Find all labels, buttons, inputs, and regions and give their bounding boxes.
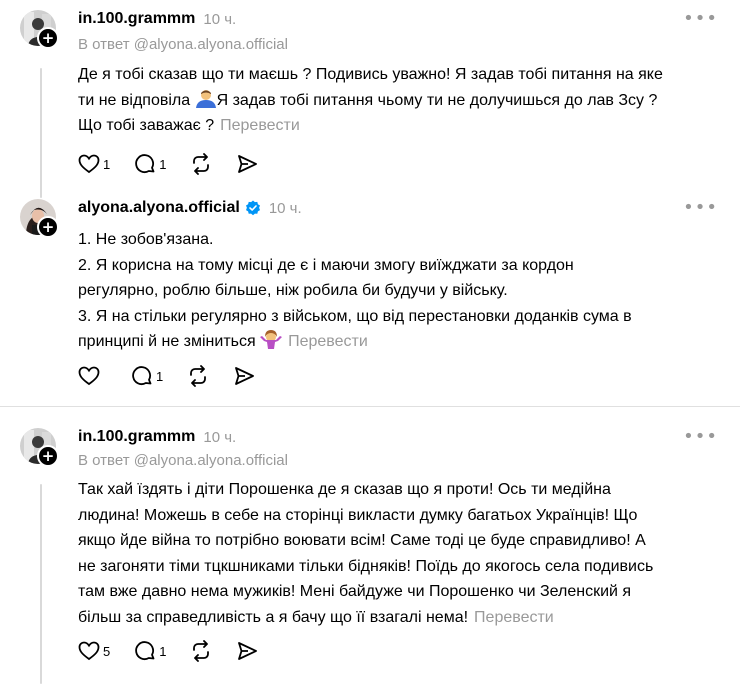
like-count: 5 [103, 643, 111, 659]
avatar[interactable]: + [20, 428, 59, 467]
comment-button[interactable]: 1 [134, 153, 166, 175]
verified-badge-icon [245, 200, 260, 216]
text-line: Що тобі заважає ? [78, 117, 215, 134]
comment-bubble-icon [135, 641, 155, 660]
person-shrug-emoji-icon [195, 89, 216, 108]
reply-to[interactable]: В ответ @alyona.alyona.official [78, 452, 288, 469]
timestamp[interactable]: 10 ч. [203, 11, 236, 28]
like-button[interactable]: 1 [78, 154, 110, 174]
more-dots-icon[interactable]: ••• [683, 199, 718, 217]
text-line: більш за справедливість а я бачу що її в… [78, 608, 469, 626]
plus-icon[interactable]: + [37, 445, 59, 467]
comment-count: 1 [159, 643, 167, 659]
username[interactable]: alyona.alyona.official [78, 199, 240, 217]
repost-icon [190, 365, 207, 387]
repost-button[interactable] [190, 640, 212, 662]
comment-bubble-icon [132, 366, 152, 385]
translate-link[interactable]: Перевести [474, 609, 554, 626]
text-line: Де я тобі сказав що ти маєшь ? Подивись … [78, 66, 663, 83]
post-text: 1. Не зобов'язана. 2. Я корисна на тому … [78, 227, 708, 355]
text-line: 2. Я корисна на тому місці де є і маючи … [78, 256, 574, 274]
timestamp[interactable]: 10 ч. [203, 429, 236, 446]
text-line: Так хай їздять і діти Порошенка де я ска… [78, 481, 611, 498]
post-text: Так хай їздять і діти Порошенка де я ска… [78, 477, 708, 630]
avatar[interactable]: + [20, 10, 59, 49]
text-line: ти не відповіла [78, 91, 191, 109]
like-count: 1 [103, 156, 111, 172]
reply-to[interactable]: В ответ @alyona.alyona.official [78, 36, 288, 53]
share-button[interactable] [236, 640, 258, 662]
comment-button[interactable]: 1 [134, 640, 166, 662]
thread-line [40, 484, 42, 684]
text-line: не загоняти тіми тцкшниками тільки бідня… [78, 557, 654, 575]
send-icon [238, 155, 258, 173]
avatar[interactable]: + [20, 199, 59, 238]
send-icon [235, 367, 255, 385]
comment-button[interactable]: 1 [131, 365, 163, 387]
post-header: alyona.alyona.official 10 ч. [78, 197, 302, 219]
comment-bubble-icon [135, 154, 155, 173]
text-line: Я задав тобі питання чьому ти не долучиш… [216, 91, 658, 109]
text-line: регулярно, роблю більше, ніж робила би б… [78, 282, 508, 299]
more-dots-icon[interactable]: ••• [683, 428, 718, 446]
heart-icon [78, 641, 100, 661]
translate-link[interactable]: Перевести [220, 117, 300, 134]
text-line: там вже давно нема мужиків! Мені байдуже… [78, 583, 632, 600]
heart-icon [78, 366, 100, 386]
text-line: 1. Не зобов'язана. [78, 231, 214, 248]
plus-icon[interactable]: + [37, 27, 59, 49]
post-header: in.100.grammm 10 ч. [78, 426, 236, 448]
action-bar: 1 1 [78, 152, 282, 176]
thread-line [40, 68, 42, 198]
plus-icon[interactable]: + [37, 216, 59, 238]
username[interactable]: in.100.grammm [78, 428, 195, 446]
translate-link[interactable]: Перевести [288, 333, 368, 350]
repost-button[interactable] [190, 153, 212, 175]
action-bar: 5 1 [78, 639, 282, 663]
post-header: in.100.grammm 10 ч. [78, 8, 236, 30]
repost-button[interactable] [187, 365, 209, 387]
post-text: Де я тобі сказав що ти маєшь ? Подивись … [78, 62, 708, 139]
more-dots-icon[interactable]: ••• [683, 10, 718, 28]
text-line: 3. Я на стільки регулярно з військом, що… [78, 307, 632, 325]
person-shrug-emoji-icon [260, 330, 283, 349]
text-line: принципі й не зміниться [78, 333, 256, 350]
post-divider [0, 406, 740, 407]
send-icon [238, 642, 258, 660]
timestamp[interactable]: 10 ч. [269, 200, 302, 217]
heart-icon [78, 154, 100, 174]
repost-icon [193, 153, 210, 175]
username[interactable]: in.100.grammm [78, 10, 195, 28]
comment-count: 1 [159, 156, 167, 172]
text-line: якщо йде війна то потрібно воювати всім!… [78, 532, 646, 549]
repost-icon [193, 640, 210, 662]
share-button[interactable] [236, 153, 258, 175]
text-line: людина! Можешь в себе на сторінці виклас… [78, 506, 638, 524]
like-button[interactable] [78, 366, 103, 386]
share-button[interactable] [233, 365, 255, 387]
action-bar: 1 [78, 364, 279, 388]
comment-count: 1 [156, 368, 164, 384]
like-button[interactable]: 5 [78, 641, 110, 661]
